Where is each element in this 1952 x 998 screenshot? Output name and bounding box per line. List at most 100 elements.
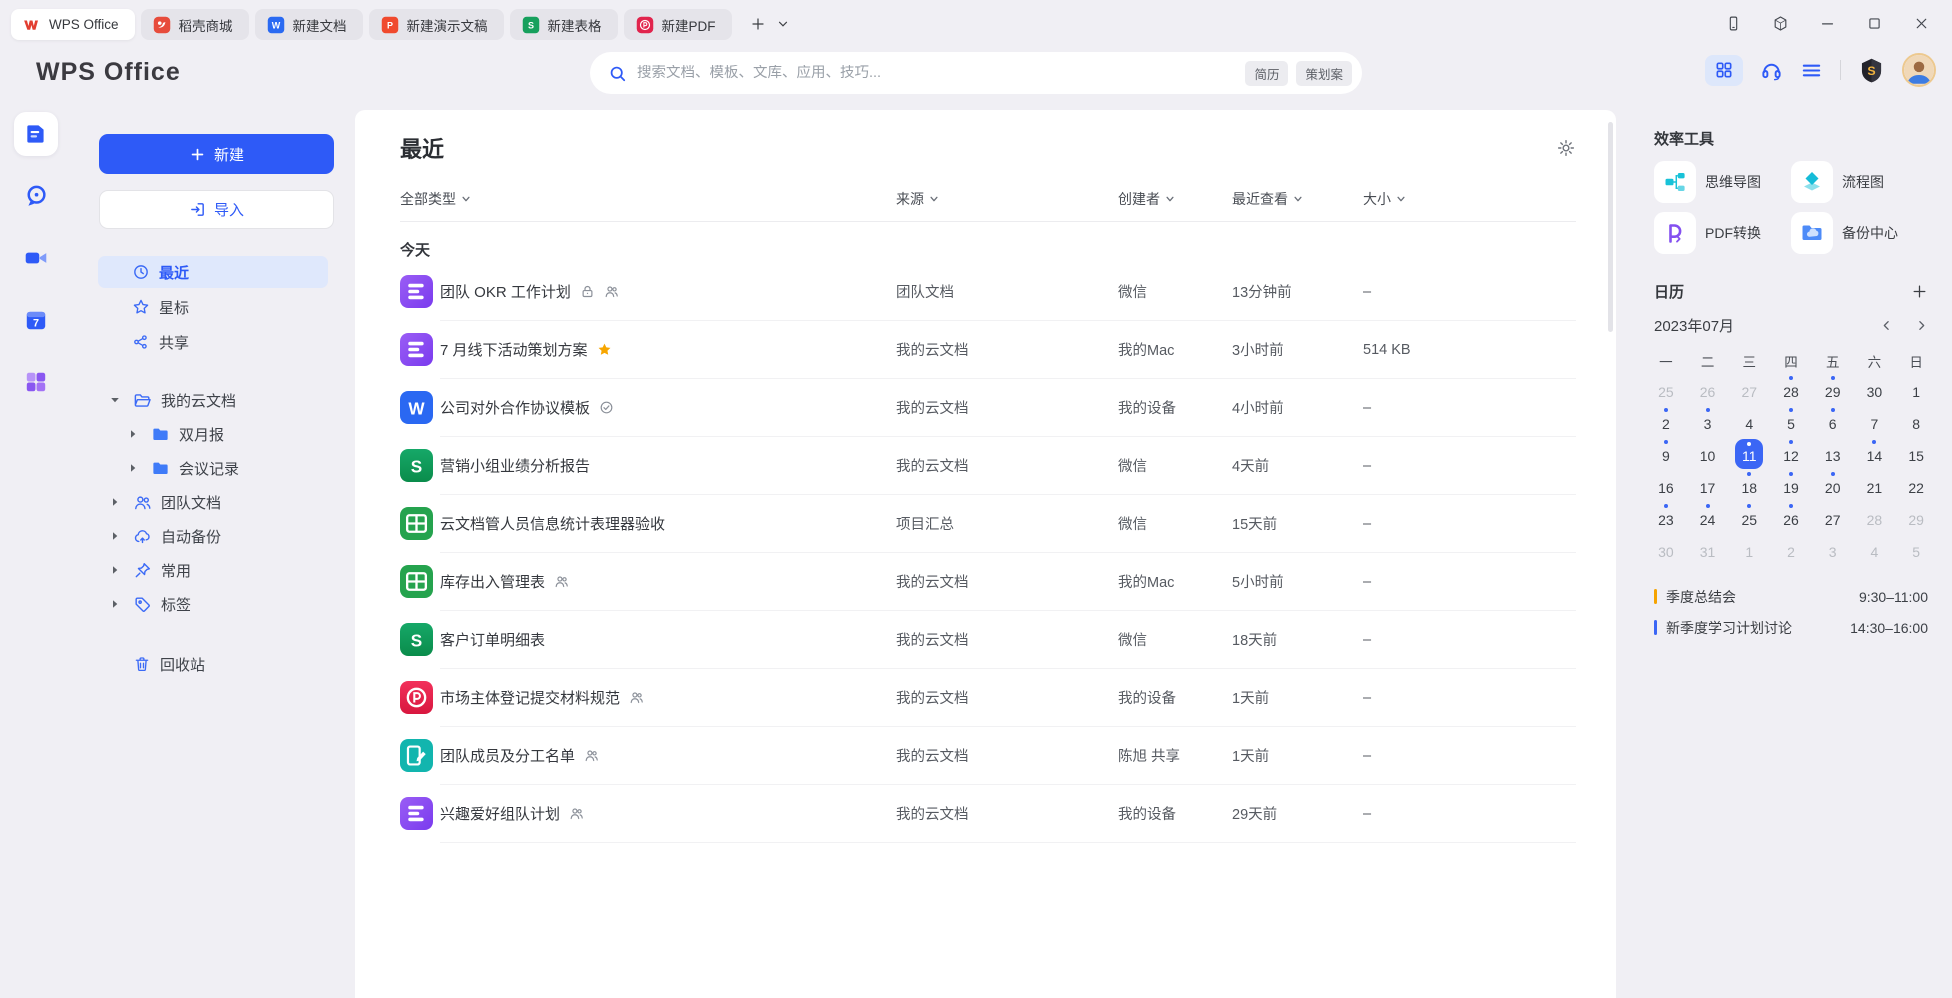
tree-item-自动备份[interactable]: 自动备份 — [72, 519, 355, 553]
calendar-day[interactable]: 1 — [1895, 374, 1937, 406]
calendar-day[interactable]: 5 — [1770, 406, 1812, 438]
rail-item-calendar[interactable]: 7 — [14, 298, 58, 342]
file-row[interactable]: S营销小组业绩分析报告我的云文档微信4天前– — [400, 437, 1576, 494]
minimize-icon[interactable] — [1819, 15, 1836, 32]
calendar-day[interactable]: 20 — [1812, 470, 1854, 502]
file-row[interactable]: 兴趣爱好组队计划我的云文档我的设备29天前– — [400, 785, 1576, 842]
calendar-day[interactable]: 29 — [1812, 374, 1854, 406]
calendar-day[interactable]: 26 — [1687, 374, 1729, 406]
calendar-day[interactable]: 30 — [1645, 534, 1687, 566]
maximize-icon[interactable] — [1866, 15, 1883, 32]
tool-备份中心[interactable]: 备份中心 — [1791, 212, 1928, 254]
tab-新建PDF[interactable]: 新建PDF — [624, 9, 732, 40]
calendar-day[interactable]: 27 — [1728, 374, 1770, 406]
rail-item-messages[interactable] — [14, 174, 58, 218]
search-tag[interactable]: 策划案 — [1296, 61, 1352, 86]
new-document-button[interactable]: 新建 — [99, 134, 334, 174]
calendar-day[interactable]: 10 — [1687, 438, 1729, 470]
calendar-day[interactable]: 16 — [1645, 470, 1687, 502]
filter-来源[interactable]: 来源 — [896, 189, 1118, 209]
member-badge-icon[interactable]: S — [1858, 57, 1885, 84]
new-tab-button[interactable] — [745, 11, 771, 37]
calendar-day[interactable]: 28 — [1770, 374, 1812, 406]
file-row[interactable]: 团队 OKR 工作计划团队文档微信13分钟前– — [400, 263, 1576, 320]
sidebar-item-trash[interactable]: 回收站 — [72, 647, 355, 681]
tab-新建文档[interactable]: W新建文档 — [255, 9, 363, 40]
mobile-icon[interactable] — [1725, 15, 1742, 32]
calendar-day[interactable]: 2 — [1770, 534, 1812, 566]
calendar-day[interactable]: 29 — [1895, 502, 1937, 534]
rail-item-meetings[interactable] — [14, 236, 58, 280]
tab-新建表格[interactable]: S新建表格 — [510, 9, 618, 40]
calendar-day[interactable]: 3 — [1687, 406, 1729, 438]
filter-大小[interactable]: 大小 — [1363, 189, 1576, 209]
main-menu-icon[interactable] — [1800, 59, 1823, 82]
calendar-day[interactable]: 31 — [1687, 534, 1729, 566]
calendar-day[interactable]: 3 — [1812, 534, 1854, 566]
filter-最近查看[interactable]: 最近查看 — [1232, 189, 1363, 209]
tab-WPS Office[interactable]: WPS Office — [11, 9, 135, 40]
gear-icon[interactable] — [1556, 138, 1576, 158]
calendar-day[interactable]: 23 — [1645, 502, 1687, 534]
calendar-day[interactable]: 7 — [1854, 406, 1896, 438]
filter-创建者[interactable]: 创建者 — [1118, 189, 1232, 209]
tab-稻壳商城[interactable]: 稻壳商城 — [141, 9, 249, 40]
calendar-day[interactable]: 27 — [1812, 502, 1854, 534]
filter-全部类型[interactable]: 全部类型 — [400, 189, 896, 209]
file-row[interactable]: S客户订单明细表我的云文档微信18天前– — [400, 611, 1576, 668]
apps-grid-button[interactable] — [1705, 55, 1743, 86]
prev-month-icon[interactable] — [1880, 319, 1893, 332]
calendar-day[interactable]: 4 — [1728, 406, 1770, 438]
search-input[interactable] — [637, 65, 1237, 81]
calendar-day[interactable]: 15 — [1895, 438, 1937, 470]
calendar-day[interactable]: 22 — [1895, 470, 1937, 502]
sidebar-item-最近[interactable]: 最近 — [98, 256, 328, 288]
tool-流程图[interactable]: 流程图 — [1791, 161, 1928, 203]
tree-item-双月报[interactable]: 双月报 — [72, 417, 355, 451]
tree-item-会议记录[interactable]: 会议记录 — [72, 451, 355, 485]
calendar-day[interactable]: 12 — [1770, 438, 1812, 470]
calendar-day[interactable]: 25 — [1645, 374, 1687, 406]
calendar-day[interactable]: 19 — [1770, 470, 1812, 502]
calendar-day[interactable]: 17 — [1687, 470, 1729, 502]
calendar-day[interactable]: 18 — [1728, 470, 1770, 502]
tree-item-团队文档[interactable]: 团队文档 — [72, 485, 355, 519]
tree-item-常用[interactable]: 常用 — [72, 553, 355, 587]
calendar-day[interactable]: 2 — [1645, 406, 1687, 438]
file-row[interactable]: W公司对外合作协议模板我的云文档我的设备4小时前– — [400, 379, 1576, 436]
next-month-icon[interactable] — [1915, 319, 1928, 332]
add-event-icon[interactable] — [1911, 283, 1928, 300]
import-button[interactable]: 导入 — [99, 190, 334, 229]
file-row[interactable]: 团队成员及分工名单我的云文档陈旭 共享1天前– — [400, 727, 1576, 784]
file-row[interactable]: 云文档管人员信息统计表理器验收项目汇总微信15天前– — [400, 495, 1576, 552]
calendar-day[interactable]: 8 — [1895, 406, 1937, 438]
calendar-day[interactable]: 30 — [1854, 374, 1896, 406]
search-tag[interactable]: 简历 — [1245, 61, 1288, 86]
user-avatar[interactable] — [1902, 53, 1936, 87]
sidebar-item-共享[interactable]: 共享 — [98, 326, 328, 358]
calendar-day[interactable]: 9 — [1645, 438, 1687, 470]
close-icon[interactable] — [1913, 15, 1930, 32]
sidebar-item-星标[interactable]: 星标 — [98, 291, 328, 323]
calendar-day[interactable]: 6 — [1812, 406, 1854, 438]
calendar-day[interactable]: 26 — [1770, 502, 1812, 534]
tree-item-我的云文档[interactable]: 我的云文档 — [72, 383, 355, 417]
calendar-day[interactable]: 24 — [1687, 502, 1729, 534]
file-row[interactable]: 市场主体登记提交材料规范我的云文档我的设备1天前– — [400, 669, 1576, 726]
rail-item-documents[interactable] — [14, 112, 58, 156]
calendar-day[interactable]: 13 — [1812, 438, 1854, 470]
tool-思维导图[interactable]: 思维导图 — [1654, 161, 1791, 203]
calendar-day[interactable]: 28 — [1854, 502, 1896, 534]
calendar-day[interactable]: 5 — [1895, 534, 1937, 566]
file-row[interactable]: 7 月线下活动策划方案我的云文档我的Mac3小时前514 KB — [400, 321, 1576, 378]
rail-item-apps[interactable] — [14, 360, 58, 404]
tab-list-dropdown[interactable] — [771, 18, 789, 30]
calendar-day[interactable]: 25 — [1728, 502, 1770, 534]
tab-新建演示文稿[interactable]: P新建演示文稿 — [369, 9, 504, 40]
appbox-icon[interactable] — [1772, 15, 1789, 32]
tree-item-标签[interactable]: 标签 — [72, 587, 355, 621]
calendar-day[interactable]: 1 — [1728, 534, 1770, 566]
calendar-event[interactable]: 新季度学习计划讨论14:30–16:00 — [1654, 612, 1928, 643]
calendar-event[interactable]: 季度总结会9:30–11:00 — [1654, 581, 1928, 612]
calendar-day[interactable]: 21 — [1854, 470, 1896, 502]
